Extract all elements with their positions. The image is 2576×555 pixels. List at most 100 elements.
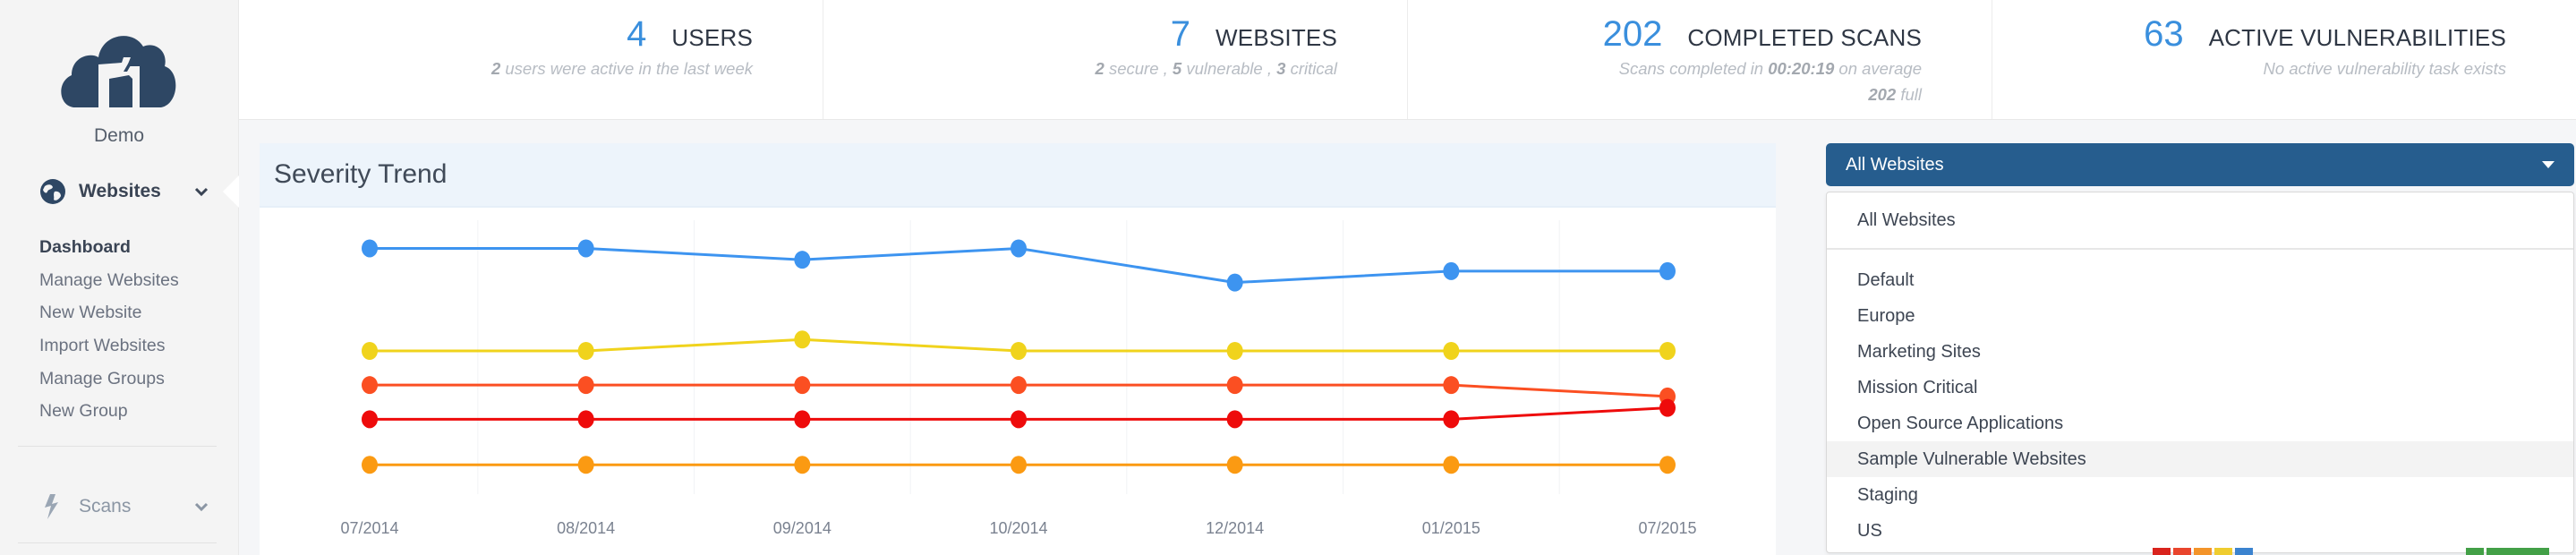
data-point-blue[interactable] [1011,239,1027,258]
active-section-indicator [223,175,239,208]
data-point-yellow[interactable] [362,342,378,360]
dropdown-selected-value: All Websites [1846,154,1944,175]
stat-subtext: No active vulnerability task exists [2264,56,2506,81]
websites-subnav: Dashboard Manage Websites New Website Im… [39,231,179,428]
data-point-red[interactable] [362,410,378,429]
stat-subtext-text: users were active in the last week [500,59,753,78]
data-point-blue[interactable] [577,239,594,258]
nav-item-import-websites[interactable]: Import Websites [39,329,179,363]
data-point-red[interactable] [794,410,811,429]
severity-badge [2153,548,2171,555]
stat-subtext-number: 00:20:19 [1768,59,1835,78]
lightning-icon [45,494,58,519]
stat-websites[interactable]: 7 WEBSITES 2 secure , 5 vulnerable , 3 cr… [823,0,1408,119]
stat-subtext: 2 users were active in the last week [491,56,753,81]
stat-completed-scans[interactable]: 202 COMPLETED SCANS Scans completed in 00… [1408,0,1992,119]
stat-subtext-text: critical [1285,59,1337,78]
data-point-orange-red[interactable] [1226,376,1243,395]
data-point-orange[interactable] [794,456,811,474]
status-badge [2466,548,2484,555]
severity-trend-panel: Severity Trend 07/2014 08/2014 09/2014 10/2… [260,143,1776,555]
data-point-blue[interactable] [1443,261,1460,280]
nav-section-scans[interactable]: Scans [39,491,209,523]
data-point-blue[interactable] [794,251,811,269]
org-name: Demo [93,125,145,146]
data-point-orange-red[interactable] [577,376,594,395]
dropdown-option[interactable]: Sample Vulnerable Websites [1827,441,2573,477]
nav-item-new-group[interactable]: New Group [39,395,179,428]
x-tick-label: 08/2014 [557,519,615,537]
stat-subtext-number: 3 [1276,59,1286,78]
data-point-orange[interactable] [1443,456,1460,474]
nav-item-manage-groups[interactable]: Manage Groups [39,363,179,396]
dropdown-option[interactable]: Mission Critical [1827,370,2573,406]
data-point-red[interactable] [1226,410,1243,429]
caret-down-icon [2542,161,2555,168]
status-badge [2486,548,2549,555]
data-point-yellow[interactable] [1226,342,1243,360]
x-tick-label: 09/2014 [773,519,832,537]
cloud-logo-icon[interactable] [57,21,179,107]
data-point-orange[interactable] [1659,456,1676,474]
data-point-yellow[interactable] [794,330,811,349]
stat-users[interactable]: 4 USERS 2 users were active in the last w… [239,0,823,119]
severity-badge [2173,548,2191,555]
stat-subtext-text: full [1896,85,1922,104]
data-point-orange[interactable] [362,456,378,474]
x-tick-label: 07/2014 [340,519,398,537]
stat-active-vulnerabilities[interactable]: 63 ACTIVE VULNERABILITIES No active vulne… [1992,0,2576,119]
data-point-orange-red[interactable] [794,376,811,395]
data-point-red[interactable] [1443,410,1460,429]
data-point-orange[interactable] [577,456,594,474]
stat-subtext: Scans completed in 00:20:19 on average 2… [1619,56,1922,107]
data-point-orange-red[interactable] [362,376,378,395]
data-point-red[interactable] [577,410,594,429]
data-point-orange-red[interactable] [1011,376,1027,395]
stat-subtext-text: Scans completed in [1618,59,1769,78]
nav-item-dashboard[interactable]: Dashboard [39,231,179,264]
chevron-down-icon[interactable] [193,184,209,200]
chevron-down-icon[interactable] [193,499,209,515]
data-point-red[interactable] [1011,410,1027,429]
data-point-orange[interactable] [1011,456,1027,474]
data-point-yellow[interactable] [1659,342,1676,360]
data-point-blue[interactable] [362,239,378,258]
severity-badge [2235,548,2253,555]
dropdown-option[interactable]: All Websites [1827,192,2573,250]
panel-title: Severity Trend [274,159,448,189]
sidebar-divider [18,446,217,447]
data-point-orange-red[interactable] [1443,376,1460,395]
data-point-yellow[interactable] [1443,342,1460,360]
stat-value: 202 [1602,14,1663,54]
nav-section-websites[interactable]: Websites [39,175,209,208]
stat-subtext: 2 secure , 5 vulnerable , 3 critical [1096,56,1337,81]
stat-title: WEBSITES [1215,24,1337,51]
severity-badge [2214,548,2232,555]
dropdown-toggle[interactable]: All Websites [1826,143,2574,186]
x-tick-label: 07/2015 [1638,519,1696,537]
stat-value: 4 [627,14,647,54]
x-tick-label: 12/2014 [1206,519,1264,537]
dropdown-option[interactable]: Staging [1827,477,2573,513]
stat-subtext-number: 202 [1868,85,1897,104]
dropdown-option[interactable]: Europe [1827,298,2573,334]
sidebar: Demo Websites Dashboard Manage Websites … [0,0,239,555]
data-point-yellow[interactable] [577,342,594,360]
stat-subtext-text: vulnerable , [1181,59,1277,78]
data-point-yellow[interactable] [1011,342,1027,360]
x-tick-label: 10/2014 [989,519,1047,537]
globe-icon [40,179,65,204]
dropdown-option[interactable]: Marketing Sites [1827,334,2573,370]
nav-item-manage-websites[interactable]: Manage Websites [39,264,179,297]
dropdown-option[interactable]: Default [1827,262,2573,298]
nav-item-new-website[interactable]: New Website [39,296,179,329]
dropdown-option[interactable]: Open Source Applications [1827,406,2573,441]
dropdown-option[interactable]: US [1827,513,2573,549]
data-point-blue[interactable] [1226,273,1243,292]
severity-trend-chart: 07/2014 08/2014 09/2014 10/2014 12/2014 01/20… [340,220,1697,537]
data-point-red[interactable] [1659,398,1676,417]
stat-value: 7 [1170,14,1191,54]
data-point-blue[interactable] [1659,261,1676,280]
stat-subtext-number: 2 [490,59,501,78]
data-point-orange[interactable] [1226,456,1243,474]
